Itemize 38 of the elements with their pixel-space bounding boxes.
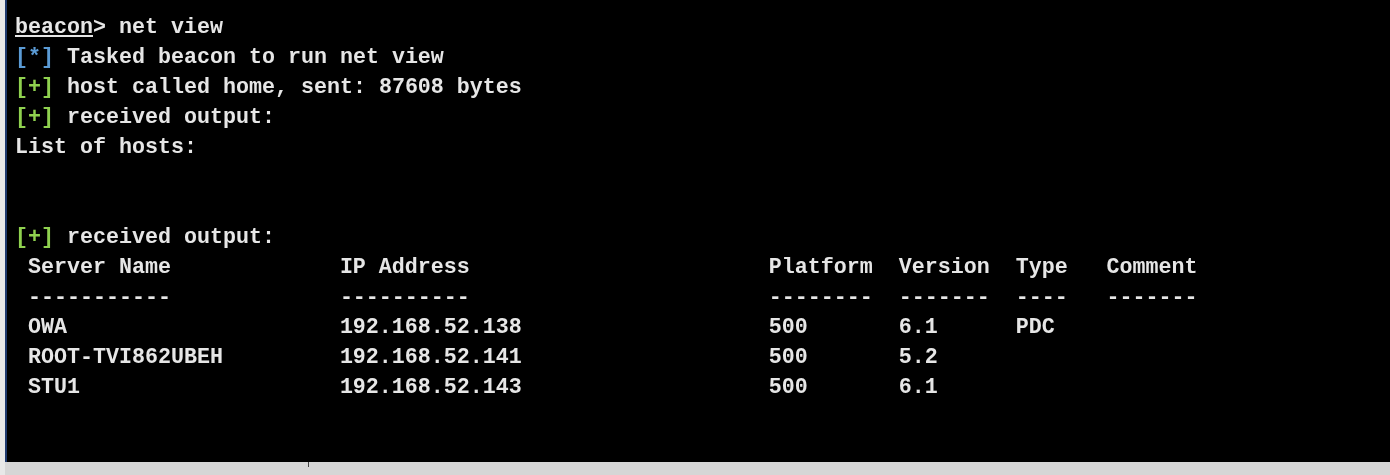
- prompt-symbol: >: [93, 14, 106, 42]
- table-cell: 192.168.52.143: [339, 375, 522, 400]
- output-text: received output:: [67, 224, 275, 252]
- header-rule: -------: [1106, 285, 1198, 310]
- table-cell: 192.168.52.141: [339, 345, 522, 370]
- table-cell: 5.2: [898, 345, 938, 370]
- table-cell: PDC: [1015, 315, 1055, 340]
- output-text: received output:: [67, 104, 275, 132]
- table-cell: 192.168.52.138: [339, 315, 522, 340]
- table-cell: 500: [768, 315, 808, 340]
- tick-mark: [308, 462, 309, 467]
- status-marker: [*]: [15, 44, 54, 72]
- column-header: Platform: [768, 255, 873, 280]
- table-cell: ROOT-TVI862UBEH: [28, 345, 223, 370]
- header-rule: -------: [898, 285, 990, 310]
- column-header: Type: [1015, 255, 1068, 280]
- output-text: host called home, sent: 87608 bytes: [67, 74, 522, 102]
- column-header: Version: [898, 255, 990, 280]
- output-text: Tasked beacon to run net view: [67, 44, 444, 72]
- table-cell: 6.1: [898, 375, 938, 400]
- prompt-name: beacon: [15, 14, 93, 42]
- header-rule: --------: [768, 285, 873, 310]
- header-rule: ----------: [339, 285, 470, 310]
- table-cell: 500: [768, 345, 808, 370]
- table-cell: 6.1: [898, 315, 938, 340]
- column-header: Server Name: [28, 255, 171, 280]
- column-header: Comment: [1106, 255, 1198, 280]
- status-marker: [+]: [15, 74, 54, 102]
- status-marker: [+]: [15, 104, 54, 132]
- header-rule: ----: [1015, 285, 1068, 310]
- table-cell: STU1: [28, 375, 80, 400]
- header-rule: -----------: [28, 285, 171, 310]
- prompt-command: net view: [118, 14, 223, 42]
- table-cell: OWA: [28, 315, 67, 340]
- column-header: IP Address: [339, 255, 470, 280]
- status-marker: [+]: [15, 224, 54, 252]
- output-text: List of hosts:: [15, 134, 197, 162]
- table-cell: 500: [768, 375, 808, 400]
